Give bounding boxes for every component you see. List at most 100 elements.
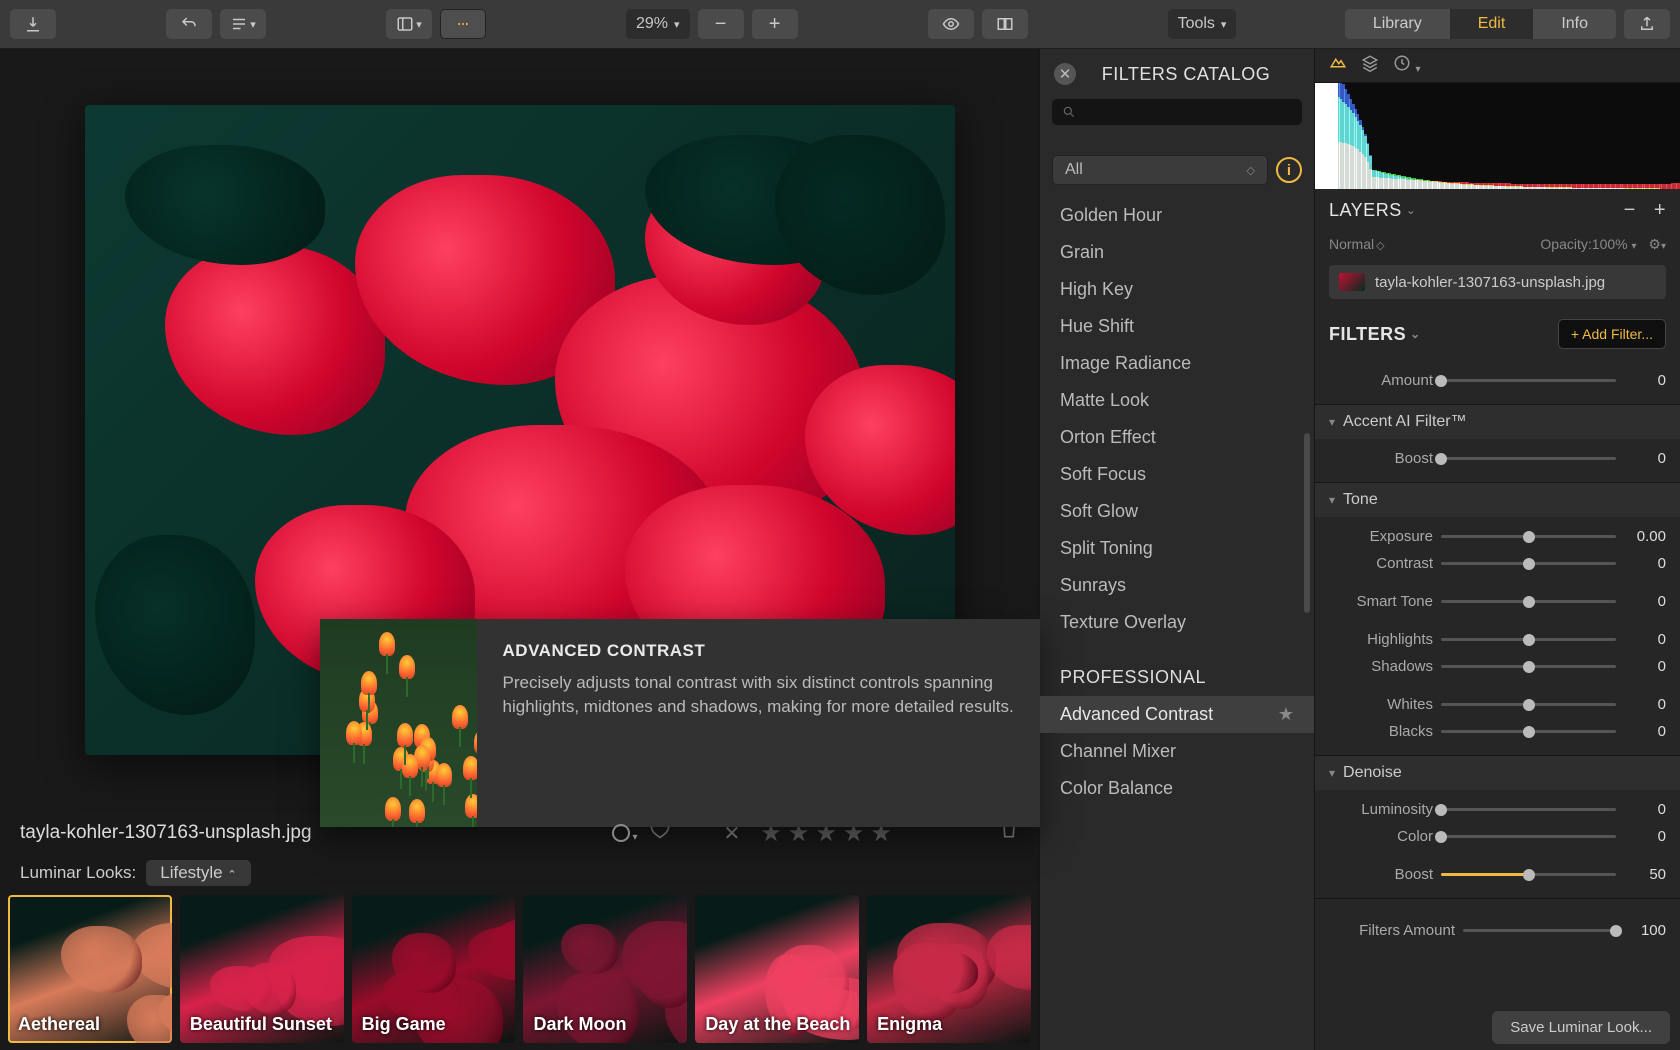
catalog-filter-item[interactable]: Soft Glow [1040,493,1314,530]
histogram[interactable] [1315,83,1680,189]
filters-section-header[interactable]: FILTERS [1329,324,1421,345]
catalog-filter-item[interactable]: Advanced Contrast★ [1040,696,1314,733]
add-layer-button[interactable]: + [1654,199,1666,221]
layer-opacity-control[interactable]: Opacity:100% ▾ ⚙▾ [1540,236,1666,253]
slider[interactable] [1441,703,1616,706]
filters-amount-value: 100 [1624,922,1666,939]
amount-slider-label: Amount [1329,372,1433,389]
slider[interactable] [1441,600,1616,603]
slider-value: 0 [1624,593,1666,610]
layer-settings-icon[interactable]: ⚙▾ [1648,236,1666,252]
catalog-filter-item[interactable]: Orton Effect [1040,419,1314,456]
looks-row[interactable]: Aethereal Beautiful Sunset Big GameDark Mo… [0,891,1039,1047]
layer-item[interactable]: tayla-kohler-1307163-unsplash.jpg [1329,265,1666,299]
filter-group-header[interactable]: Tone [1315,483,1680,517]
catalog-filter-item[interactable]: Color Balance [1040,770,1314,807]
slider[interactable] [1441,730,1616,733]
look-preset[interactable]: Enigma [867,895,1031,1043]
canvas-column: ADVANCED CONTRAST Precisely adjusts tona… [0,49,1039,1050]
catalog-filter-item[interactable]: Image Radiance [1040,345,1314,382]
slider-label: Shadows [1329,658,1433,675]
catalog-filter-item[interactable]: Soft Focus [1040,456,1314,493]
slider[interactable] [1441,835,1616,838]
catalog-category-dropdown[interactable]: All◇ [1052,155,1268,185]
tab-edit[interactable]: Edit [1450,9,1534,39]
filters-amount-slider[interactable] [1463,929,1616,932]
look-name: Enigma [877,1014,942,1035]
catalog-filter-item[interactable]: Split Toning [1040,530,1314,567]
catalog-filter-item[interactable]: High Key [1040,271,1314,308]
catalog-scrollbar[interactable] [1304,433,1310,613]
slider-label: Contrast [1329,555,1433,572]
catalog-close-button[interactable]: ✕ [1054,63,1076,85]
tools-dropdown[interactable]: Tools▾ [1168,9,1237,39]
filter-group-header[interactable]: Denoise [1315,756,1680,790]
catalog-list: Golden HourGrainHigh KeyHue ShiftImage R… [1040,191,1314,823]
slider[interactable] [1441,638,1616,641]
slider-value: 0 [1624,631,1666,648]
look-preset[interactable]: Big Game [352,895,516,1043]
slider-value: 0 [1624,723,1666,740]
color-tag-button[interactable]: ▾ [612,824,630,842]
compare-button[interactable] [982,9,1028,39]
slider[interactable] [1441,562,1616,565]
slider[interactable] [1441,457,1616,460]
zoom-select[interactable]: 29%▾ [626,9,690,39]
look-name: Beautiful Sunset [190,1014,332,1035]
favorite-star-icon[interactable]: ★ [1278,704,1294,725]
layers-section-header[interactable]: LAYERS −+ [1315,189,1680,232]
filter-group-header[interactable]: Accent AI Filter™ [1315,405,1680,439]
catalog-filter-item[interactable]: Matte Look [1040,382,1314,419]
slider[interactable] [1441,535,1616,538]
amount-slider[interactable] [1441,379,1616,382]
history-icon[interactable]: ▾ [1393,54,1420,77]
catalog-info-button[interactable]: i [1276,157,1302,183]
look-preset[interactable]: Aethereal [8,895,172,1043]
canvas-area[interactable]: ADVANCED CONTRAST Precisely adjusts tona… [0,49,1039,811]
look-name: Aethereal [18,1014,100,1035]
look-preset[interactable]: Beautiful Sunset [180,895,344,1043]
catalog-filter-item[interactable]: Texture Overlay [1040,604,1314,641]
remove-layer-button[interactable]: − [1624,199,1636,221]
blend-mode-dropdown[interactable]: Normal [1329,236,1385,253]
undo-button[interactable] [166,9,212,39]
layers-icon[interactable] [1361,54,1379,77]
tooltip-description: Precisely adjusts tonal contrast with si… [503,671,1014,719]
zoom-out-button[interactable]: − [698,9,744,39]
adjustments-icon[interactable] [1329,54,1347,77]
zoom-in-button[interactable]: + [752,9,798,39]
export-button[interactable] [10,9,56,39]
catalog-search-input[interactable] [1052,99,1302,125]
looks-header: Luminar Looks: Lifestyle ⌃ [0,855,1039,891]
look-preset[interactable]: Day at the Beach [695,895,859,1043]
tab-library[interactable]: Library [1345,9,1450,39]
catalog-filter-item[interactable]: Hue Shift [1040,308,1314,345]
catalog-filter-item[interactable]: Sunrays [1040,567,1314,604]
preview-button[interactable] [928,9,974,39]
catalog-filter-item[interactable]: Grain [1040,234,1314,271]
slider-value: 50 [1624,866,1666,883]
add-filter-button[interactable]: + Add Filter... [1558,319,1666,349]
looks-category-dropdown[interactable]: Lifestyle ⌃ [146,860,250,886]
properties-panel: ▾ LAYERS −+ Normal Opacity:100% ▾ ⚙▾ tay… [1314,49,1680,1050]
share-button[interactable] [1624,9,1670,39]
catalog-filter-item[interactable]: Channel Mixer [1040,733,1314,770]
tab-info[interactable]: Info [1533,9,1616,39]
layer-thumbnail [1339,273,1365,291]
filmstrip-toggle-button[interactable] [440,9,486,39]
slider[interactable] [1441,873,1616,876]
amount-slider-value: 0 [1624,372,1666,389]
save-look-button[interactable]: Save Luminar Look... [1492,1011,1670,1044]
slider[interactable] [1441,808,1616,811]
slider[interactable] [1441,665,1616,668]
slider-label: Exposure [1329,528,1433,545]
catalog-filter-item[interactable]: Golden Hour [1040,197,1314,234]
slider-label: Smart Tone [1329,593,1433,610]
looks-label: Luminar Looks: [20,863,136,883]
slider-value: 0 [1624,555,1666,572]
sidebar-toggle-button[interactable]: ▾ [386,9,432,39]
look-preset[interactable]: Dark Moon [523,895,687,1043]
slider-label: Blacks [1329,723,1433,740]
slider-label: Luminosity [1329,801,1433,818]
history-button[interactable]: ▾ [220,9,266,39]
